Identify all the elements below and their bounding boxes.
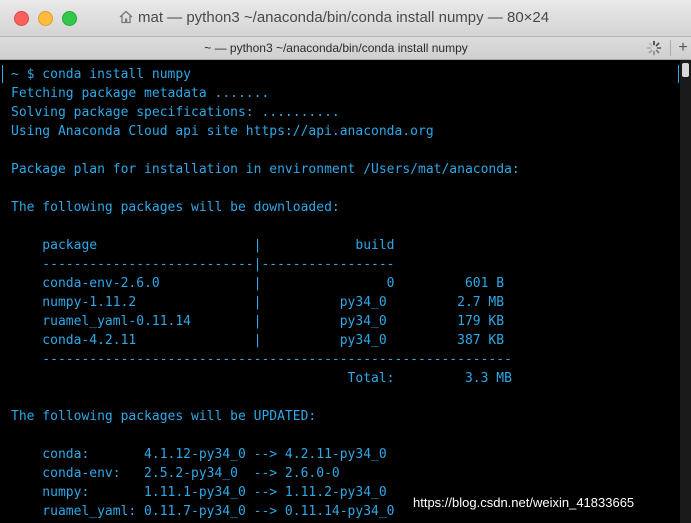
spinner-icon: [646, 40, 662, 56]
home-icon: [119, 10, 133, 24]
terminal-line: numpy-1.11.2 | py34_0 2.7 MB: [11, 295, 505, 310]
terminal-line: The following packages will be downloade…: [11, 200, 340, 215]
terminal-line: conda-env-2.6.0 | 0 601 B: [11, 276, 505, 291]
title-bar[interactable]: mat — python3 ~/anaconda/bin/conda insta…: [0, 0, 691, 37]
tab-active[interactable]: ~ — python3 ~/anaconda/bin/conda install…: [0, 37, 672, 59]
terminal-line: ----------------------------------------…: [11, 352, 512, 367]
terminal-line: package | build: [11, 238, 395, 253]
terminal-line: Solving package specifications: ........…: [11, 105, 340, 120]
new-tab-button[interactable]: +: [675, 37, 691, 59]
terminal-line: Total: 3.3 MB: [11, 371, 512, 386]
left-bracket-mark: [2, 65, 7, 83]
watermark: https://blog.csdn.net/weixin_41833665: [413, 495, 635, 510]
terminal-line: ruamel_yaml-0.11.14 | py34_0 179 KB: [11, 314, 505, 329]
window-title: mat — python3 ~/anaconda/bin/conda insta…: [138, 9, 550, 26]
terminal-window: mat — python3 ~/anaconda/bin/conda insta…: [0, 0, 691, 523]
right-bracket-mark: [674, 65, 679, 83]
terminal-line: conda: 4.1.12-py34_0 --> 4.2.11-py34_0: [11, 447, 387, 462]
terminal-line: ~ $ conda install numpy: [11, 67, 192, 82]
tab-bar: ~ — python3 ~/anaconda/bin/conda install…: [0, 37, 691, 60]
terminal-line: ---------------------------|------------…: [11, 257, 395, 272]
terminal-line: conda-4.2.11 | py34_0 387 KB: [11, 333, 505, 348]
close-button[interactable]: [14, 11, 29, 26]
terminal-line: Using Anaconda Cloud api site https://ap…: [11, 124, 434, 139]
terminal-output[interactable]: ~ $ conda install numpy Fetching package …: [0, 60, 691, 523]
scrollbar-thumb[interactable]: [682, 63, 689, 77]
scrollbar[interactable]: [680, 60, 691, 523]
minimize-button[interactable]: [38, 11, 53, 26]
terminal-line: Fetching package metadata .......: [11, 86, 270, 101]
zoom-button[interactable]: [62, 11, 77, 26]
terminal-line: The following packages will be UPDATED:: [11, 409, 317, 424]
tab-divider: [670, 40, 671, 56]
terminal-line: conda-env: 2.5.2-py34_0 --> 2.6.0-0: [11, 466, 340, 481]
terminal-line: Package plan for installation in environ…: [11, 162, 520, 177]
terminal-text: ~ $ conda install numpy Fetching package …: [11, 65, 520, 521]
